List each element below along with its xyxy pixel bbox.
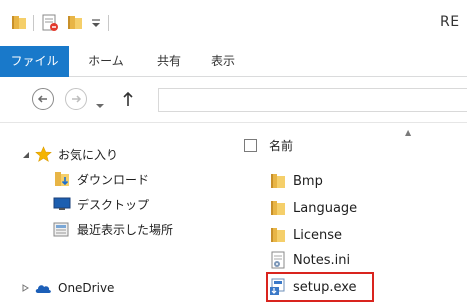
chevron-down-icon [96, 104, 104, 108]
recent-locations-button[interactable] [95, 95, 105, 114]
tab-view[interactable]: 表示 [203, 46, 243, 77]
ribbon-tabs: ファイル ホーム 共有 表示 [0, 46, 467, 77]
list-item[interactable]: License [269, 224, 342, 246]
tab-share[interactable]: 共有 [149, 46, 189, 77]
list-item[interactable]: Language [269, 197, 357, 219]
back-arrow-icon [37, 95, 47, 103]
address-bar[interactable] [158, 88, 467, 112]
divider [108, 15, 109, 31]
address-row [0, 77, 467, 123]
properties-icon[interactable] [40, 12, 60, 34]
window-title: RE [440, 14, 460, 30]
cloud-icon [34, 279, 52, 297]
column-header-label: 名前 [269, 139, 294, 153]
file-name: Language [293, 200, 358, 216]
forward-button[interactable] [65, 88, 87, 110]
navigation-pane: お気に入り ダウンロード デスクトップ 最近表示した場所 OneDrive [0, 124, 232, 307]
nav-item-label: デスクトップ [77, 197, 150, 212]
tab-file[interactable]: ファイル [0, 46, 69, 77]
up-arrow-icon [123, 91, 133, 106]
star-icon [34, 145, 52, 163]
nav-item-downloads[interactable]: ダウンロード [53, 168, 149, 190]
nav-item-desktop[interactable]: デスクトップ [53, 193, 149, 215]
new-folder-icon[interactable] [66, 12, 84, 34]
quick-access-folder-icon[interactable] [10, 12, 28, 34]
file-name: Bmp [293, 173, 323, 189]
folder-icon [269, 199, 287, 217]
title-bar: RE [0, 0, 467, 46]
expand-arrow-icon[interactable] [22, 151, 30, 159]
nav-item-label: 最近表示した場所 [77, 222, 174, 237]
downloads-folder-icon [53, 170, 71, 188]
folder-icon [269, 226, 287, 244]
nav-item-label: OneDrive [58, 281, 115, 295]
list-item[interactable]: Notes.ini [269, 249, 350, 271]
back-button[interactable] [32, 88, 54, 110]
customize-quick-access-icon[interactable] [90, 12, 102, 34]
list-item[interactable]: Bmp [269, 170, 323, 192]
tab-home[interactable]: ホーム [79, 46, 133, 77]
select-all-checkbox[interactable] [244, 139, 257, 152]
nav-item-onedrive[interactable]: OneDrive [22, 277, 115, 299]
nav-item-recent-places[interactable]: 最近表示した場所 [53, 218, 173, 240]
nav-item-favorites[interactable]: お気に入り [23, 143, 119, 165]
settings-file-icon [269, 251, 287, 269]
highlight-box [266, 272, 374, 302]
up-button[interactable] [121, 90, 135, 112]
desktop-icon [53, 195, 71, 213]
file-name: License [293, 227, 343, 243]
recent-places-icon [53, 220, 71, 238]
forward-arrow-icon [72, 95, 82, 103]
nav-item-label: ダウンロード [77, 172, 150, 187]
nav-item-label: お気に入り [58, 147, 119, 162]
divider [33, 15, 34, 31]
folder-icon [269, 172, 287, 190]
collapse-arrow-icon[interactable] [22, 284, 30, 292]
file-name: Notes.ini [293, 252, 351, 268]
column-header-name[interactable]: 名前 [244, 137, 293, 154]
sort-arrow-icon: ▲ [405, 128, 412, 137]
